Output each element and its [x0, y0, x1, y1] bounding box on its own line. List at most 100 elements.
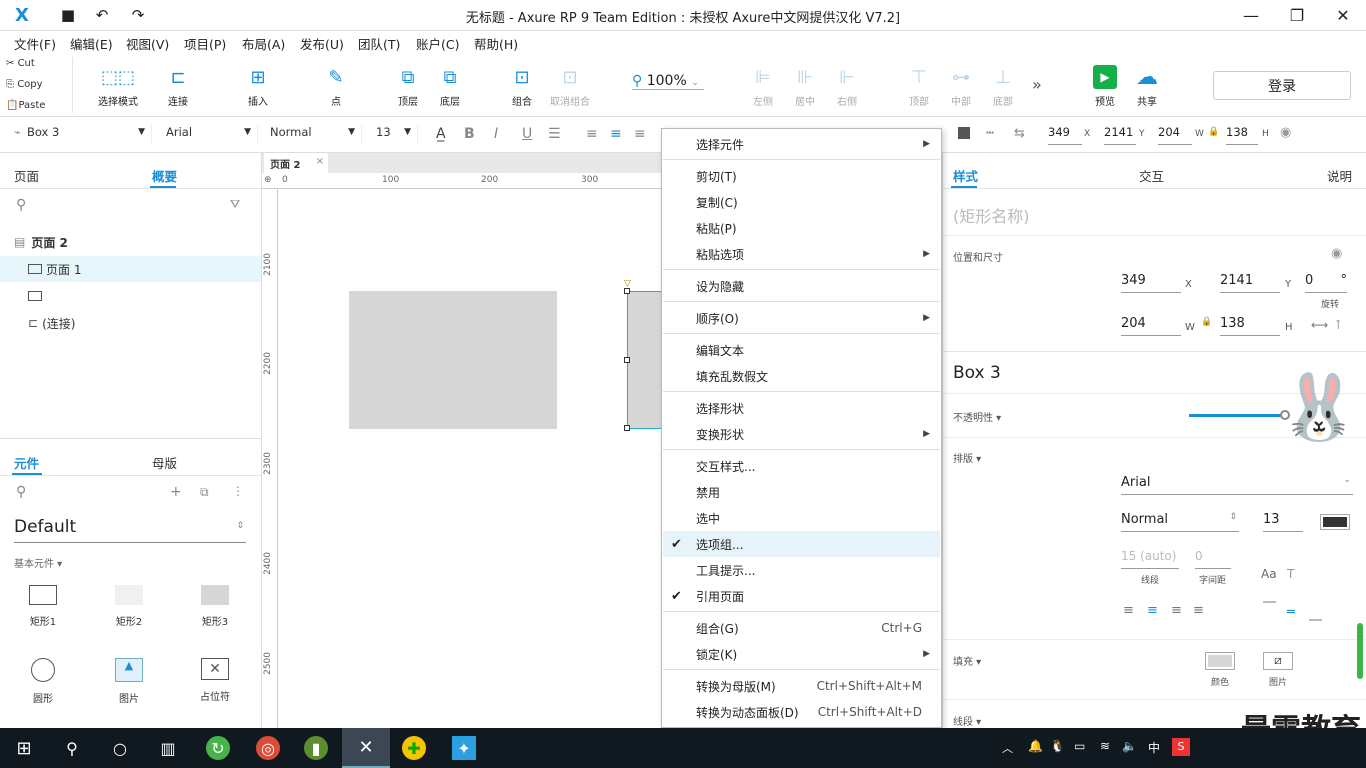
text-align-right-icon[interactable]: ≡	[1171, 603, 1182, 618]
rotate-handle-icon[interactable]: ▽	[624, 279, 631, 289]
valign-bottom-icon[interactable]: ⎽	[1309, 607, 1322, 622]
font-color-swatch[interactable]	[1320, 514, 1350, 530]
tree-item-page2[interactable]: ▤ 页面 2	[0, 229, 261, 255]
context-menu-item[interactable]: 禁用	[663, 479, 940, 505]
valign-top-icon[interactable]: ⎺	[1263, 601, 1276, 616]
qq-icon[interactable]: 🐧	[1050, 739, 1065, 753]
close-icon[interactable]: ×	[316, 156, 324, 167]
zoom-select[interactable]: ⚲ 100% ⌄	[632, 73, 704, 90]
tab-masters[interactable]: 母版	[152, 453, 177, 472]
opacity-slider[interactable]	[1189, 414, 1285, 417]
widget-placeholder[interactable]: ✕ 占位符	[180, 658, 250, 703]
menu-project[interactable]: 项目(P)	[184, 34, 226, 53]
align-bottom-button[interactable]: ⊥ 底部	[973, 65, 1033, 109]
app-icon[interactable]: ✚	[402, 736, 426, 760]
rotation-input[interactable]: 0 °	[1305, 273, 1347, 293]
resize-handle[interactable]	[624, 425, 630, 431]
lock-icon[interactable]: 🔒	[1201, 317, 1212, 327]
border-label[interactable]: 线段 ▾	[953, 713, 981, 728]
letter-spacing-input[interactable]: 0	[1195, 549, 1231, 569]
y-input[interactable]: 2141	[1220, 273, 1280, 293]
font-weight-select[interactable]: Normal ▼	[270, 125, 362, 145]
app-icon[interactable]: ↻	[206, 736, 230, 760]
tab-pages[interactable]: 页面	[14, 166, 39, 185]
context-menu-item[interactable]: 编辑文本	[663, 337, 940, 363]
notification-icon[interactable]: 🔔	[1028, 739, 1043, 753]
search-icon[interactable]: ⚲	[16, 197, 26, 213]
canvas-area[interactable]: 页面 2 × ⊕ 0 100 200 300 2100 2200 2300 240…	[262, 153, 667, 728]
wifi-icon[interactable]: ≋	[1100, 739, 1110, 753]
filter-icon[interactable]: ⛛	[230, 197, 240, 212]
context-menu-item[interactable]: 组合(G) Ctrl+G	[663, 615, 940, 641]
context-menu-item[interactable]: 交互样式...	[663, 453, 940, 479]
text-align-left-icon[interactable]: ≡	[1123, 603, 1134, 618]
scrollbar-thumb[interactable]	[1357, 623, 1363, 679]
fill-color-icon[interactable]	[958, 127, 970, 139]
w-input[interactable]: 204	[1121, 316, 1181, 336]
tab-outline[interactable]: 概要	[152, 166, 177, 185]
text-align-center-icon[interactable]: ≡	[610, 126, 622, 142]
border-style-icon[interactable]: ┅	[986, 126, 994, 141]
resize-handle[interactable]	[624, 357, 630, 363]
context-menu-item[interactable]: 粘贴(P)	[663, 215, 940, 241]
x-input[interactable]: 349	[1121, 273, 1181, 293]
tray-chevron-icon[interactable]: ︿	[1002, 740, 1013, 756]
share-button[interactable]: ☁ 共享	[1117, 65, 1177, 109]
context-menu-item[interactable]: ✔ 选项组...	[663, 531, 940, 557]
text-case-icon[interactable]: Aa	[1261, 567, 1277, 581]
context-menu-item[interactable]: ✔ 引用页面	[663, 583, 940, 609]
line-spacing-input[interactable]: 15 (auto)	[1121, 549, 1179, 569]
typography-label[interactable]: 排版 ▾	[953, 450, 981, 465]
fill-label[interactable]: 填充 ▾	[953, 653, 981, 668]
font-size-select[interactable]: 13 ▼	[376, 125, 418, 145]
fit-height-icon[interactable]: ⊺	[1335, 318, 1341, 332]
select-mode-button[interactable]: ⬚⬚ 选择模式	[88, 65, 148, 109]
cut-button[interactable]: ✂ Cut	[6, 58, 35, 69]
font-family-select[interactable]: Arial ⌄	[1121, 475, 1353, 495]
context-menu-item[interactable]: 粘贴选项 ▶	[663, 241, 940, 267]
tab-widgets[interactable]: 元件	[14, 453, 39, 472]
menu-help[interactable]: 帮助(H)	[474, 34, 518, 53]
italic-icon[interactable]: I	[494, 126, 498, 142]
menu-team[interactable]: 团队(T)	[358, 34, 400, 53]
tab-notes[interactable]: 说明	[1327, 166, 1352, 185]
ime-indicator[interactable]: 中	[1148, 739, 1160, 756]
login-button[interactable]: 登录	[1213, 71, 1351, 100]
fit-width-icon[interactable]: ⟷	[1311, 318, 1328, 332]
axure-taskbar-button[interactable]: ✕	[342, 728, 390, 768]
context-menu-item[interactable]: 选中	[663, 505, 940, 531]
tree-item-rect[interactable]	[0, 283, 261, 309]
context-menu-item[interactable]: 顺序(O) ▶	[663, 305, 940, 331]
context-menu-item[interactable]: 工具提示...	[663, 557, 940, 583]
network-icon[interactable]: ▭	[1074, 739, 1085, 753]
h-input[interactable]: 138	[1220, 316, 1280, 336]
page-tab[interactable]: 页面 2 ×	[264, 153, 328, 173]
widget-circle[interactable]: 圆形	[8, 658, 78, 705]
library-icon[interactable]: ⧉	[200, 485, 209, 500]
menu-edit[interactable]: 编辑(E)	[70, 34, 113, 53]
text-shadow-icon[interactable]: T	[1287, 567, 1294, 581]
fill-image-button[interactable]: ⧄	[1263, 652, 1293, 670]
eye-icon[interactable]: ◉	[1331, 246, 1342, 261]
menu-layout[interactable]: 布局(A)	[242, 34, 285, 53]
context-menu-item[interactable]: 锁定(K) ▶	[663, 641, 940, 667]
point-button[interactable]: ✎ 点	[306, 65, 366, 109]
tab-interactions[interactable]: 交互	[1139, 166, 1164, 185]
paste-button[interactable]: 📋Paste	[6, 100, 45, 111]
font-weight-select[interactable]: Normal ⇕	[1121, 512, 1239, 532]
context-menu-item[interactable]: 填充乱数假文	[663, 363, 940, 389]
style-select[interactable]: ⌁ Box 3 ▼	[14, 125, 152, 145]
context-menu-item[interactable]: 转换为母版(M) Ctrl+Shift+Alt+M	[663, 673, 940, 699]
style-name[interactable]: Box 3	[953, 363, 1001, 383]
chrome-icon[interactable]: ◎	[256, 736, 280, 760]
text-align-right-icon[interactable]: ≡	[634, 126, 646, 142]
context-menu-item[interactable]: 复制(C)	[663, 189, 940, 215]
more-tools-icon[interactable]: »	[1032, 75, 1042, 94]
menu-view[interactable]: 视图(V)	[126, 34, 169, 53]
widget-name-input[interactable]: (矩形名称)	[953, 203, 1030, 227]
tab-style[interactable]: 样式	[953, 166, 978, 185]
menu-account[interactable]: 账户(C)	[416, 34, 459, 53]
cortana-icon[interactable]: ○	[108, 736, 132, 760]
text-align-left-icon[interactable]: ≡	[586, 126, 598, 142]
border-width-icon[interactable]: ⇆	[1014, 126, 1025, 141]
